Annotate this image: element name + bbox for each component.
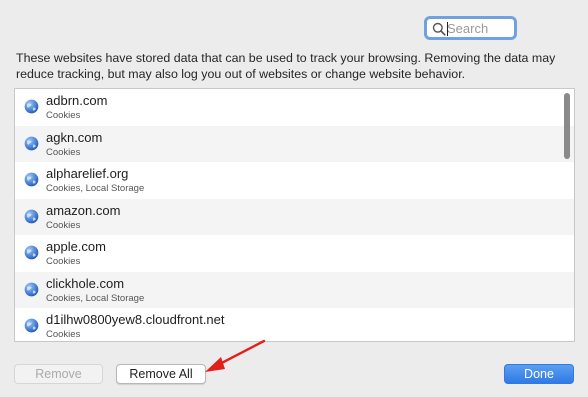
arrow-head (205, 357, 225, 372)
globe-icon (24, 99, 39, 114)
website-row[interactable]: clickhole.com Cookies, Local Storage (15, 271, 574, 308)
website-domain: amazon.com (46, 202, 121, 218)
website-row[interactable]: agkn.com Cookies (15, 125, 574, 162)
website-data-types: Cookies (46, 256, 81, 267)
magnifying-glass-icon (432, 22, 446, 36)
remove-all-button[interactable]: Remove All (116, 364, 206, 384)
website-data-types: Cookies, Local Storage (46, 292, 145, 304)
list-scrollbar[interactable] (564, 93, 570, 159)
website-data-types: Cookies, Local Storage (46, 183, 145, 194)
website-data-types: Cookies (46, 110, 81, 121)
search-input[interactable] (447, 20, 511, 36)
globe-icon (24, 318, 39, 333)
search-field[interactable] (424, 16, 517, 40)
globe-icon (24, 282, 39, 296)
description-text: These websites have stored data that can… (16, 51, 556, 81)
globe-icon (24, 209, 39, 223)
globe-icon (24, 245, 39, 260)
website-domain: clickhole.com (46, 275, 125, 291)
website-row[interactable]: adbrn.com Cookies (15, 89, 574, 126)
website-data-types: Cookies (46, 146, 81, 158)
remove-button[interactable]: Remove (14, 364, 103, 384)
website-domain: adbrn.com (46, 93, 108, 108)
website-data-types: Cookies (46, 219, 81, 231)
website-data-types: Cookies (46, 329, 81, 340)
text-caret (447, 22, 448, 36)
website-row[interactable]: d1ilhw0800yew8.cloudfront.net Cookies (15, 308, 574, 341)
arrow-shaft (210, 339, 266, 370)
website-row[interactable]: alpharelief.org Cookies, Local Storage (15, 162, 574, 199)
website-domain: apple.com (46, 239, 106, 254)
website-domain: d1ilhw0800yew8.cloudfront.net (46, 312, 225, 327)
globe-icon (24, 136, 39, 150)
website-row[interactable]: amazon.com Cookies (15, 198, 574, 235)
done-button[interactable]: Done (504, 364, 574, 384)
website-row[interactable]: apple.com Cookies (15, 235, 574, 272)
website-domain: agkn.com (46, 129, 103, 145)
website-data-sheet: These websites have stored data that can… (0, 0, 588, 397)
website-rows: adbrn.com Cookies agkn.com Cookies alphareli… (15, 89, 574, 341)
globe-icon (24, 172, 39, 187)
website-list[interactable]: adbrn.com Cookies agkn.com Cookies alphareli… (14, 88, 575, 342)
website-domain: alpharelief.org (46, 166, 129, 181)
